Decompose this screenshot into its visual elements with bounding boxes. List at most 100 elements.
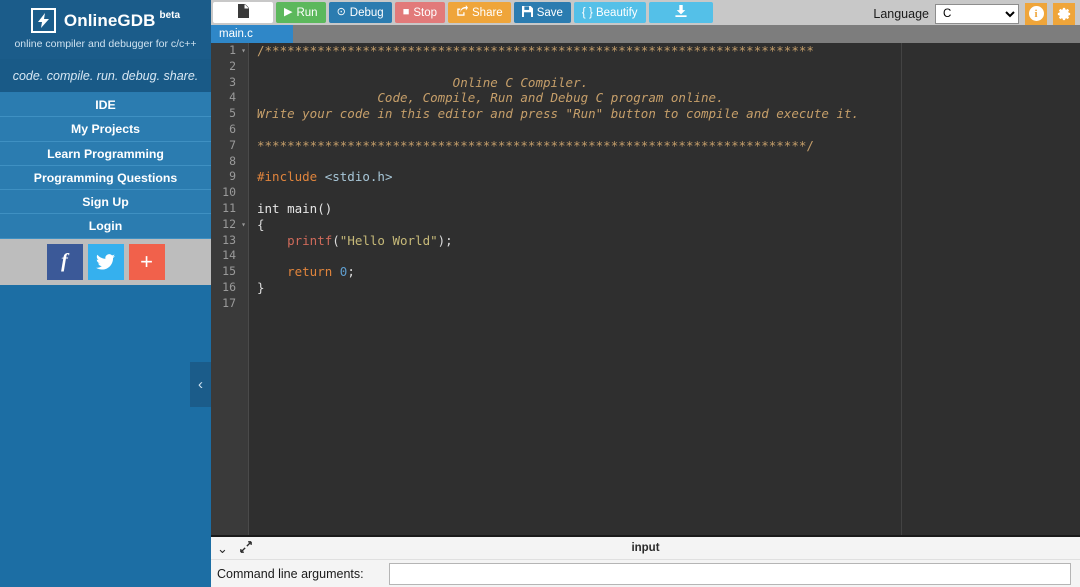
sidebar-item-learn-programming[interactable]: Learn Programming (0, 141, 211, 166)
sidebar-tagline: code. compile. run. debug. share. (0, 59, 211, 93)
code-line: printf("Hello World"); (257, 233, 1080, 249)
info-glyph: i (1028, 6, 1044, 21)
line-number: 17 (222, 295, 236, 310)
download-icon (674, 5, 687, 20)
line-number: 2 (229, 58, 236, 73)
code-line: /***************************************… (257, 43, 1080, 59)
language-select[interactable]: C (935, 3, 1019, 24)
code-line: Write your code in this editor and press… (257, 106, 1080, 122)
info-icon[interactable]: i (1025, 2, 1047, 25)
code-token: return (257, 264, 340, 280)
beautify-button-label: { } Beautify (581, 6, 638, 19)
command-line-arguments-label: Command line arguments: (217, 566, 364, 581)
sidebar-collapse-toggle[interactable]: ‹ (190, 362, 211, 407)
code-line: { (257, 217, 1080, 233)
code-token: Code, Compile, Run and Debug C program o… (257, 90, 724, 106)
facebook-icon[interactable]: f (46, 243, 83, 280)
new-file-button[interactable] (213, 2, 273, 23)
line-number: 7 (229, 137, 236, 152)
play-icon: ▶ (284, 6, 293, 18)
code-token: "Hello World" (339, 232, 438, 248)
gear-icon[interactable] (1053, 2, 1075, 25)
plus-icon[interactable]: + (128, 243, 165, 280)
code-token: int main() (257, 200, 333, 216)
code-line: Code, Compile, Run and Debug C program o… (257, 90, 1080, 106)
expand-icon[interactable] (234, 541, 258, 555)
brand-name: OnlineGDB (63, 10, 156, 30)
code-token: /***************************************… (257, 43, 814, 58)
brand-block: OnlineGDB beta online compiler and debug… (0, 0, 211, 59)
brand-beta-badge: beta (159, 10, 181, 21)
line-number: 11 (222, 200, 236, 215)
stop-button[interactable]: ■ Stop (394, 2, 446, 23)
social-share-row: f + (0, 238, 211, 285)
tab-main-c[interactable]: main.c (211, 25, 293, 43)
sidebar-item-programming-questions[interactable]: Programming Questions (0, 165, 211, 191)
code-token: Online C Compiler. (257, 74, 589, 90)
code-line: } (257, 280, 1080, 296)
code-token: Write your code in this editor and press… (257, 106, 860, 122)
share-button-label: Share (472, 6, 503, 19)
sidebar-item-my-projects[interactable]: My Projects (0, 117, 211, 142)
sidebar-item-login[interactable]: Login (0, 214, 211, 239)
save-button-label: Save (536, 6, 563, 19)
run-button-label: Run (296, 6, 318, 19)
code-token: ****************************************… (257, 137, 814, 153)
share-icon (456, 5, 469, 20)
beautify-button[interactable]: { } Beautify (573, 2, 646, 23)
fold-toggle-icon[interactable]: ▾ (241, 217, 246, 233)
code-token: <stdio.h> (324, 169, 393, 185)
run-button[interactable]: ▶ Run (276, 2, 326, 23)
stop-icon: ■ (402, 6, 410, 18)
twitter-icon[interactable] (87, 243, 124, 280)
code-editor[interactable]: 1 ▾ 2 3 4 5 6 7 8 9 10 11 12 ▾ 13 14 15 16 17 /***********… (211, 43, 1080, 535)
download-button[interactable] (648, 2, 713, 23)
file-icon (237, 4, 249, 21)
line-number: 9 (229, 169, 236, 184)
code-token: printf (257, 232, 333, 248)
line-number: 15 (222, 264, 236, 279)
io-panel: ⌄ input Command line arguments: (211, 535, 1080, 587)
fold-toggle-icon[interactable]: ▾ (241, 43, 246, 59)
share-button[interactable]: Share (448, 2, 511, 23)
command-line-arguments-input[interactable] (389, 562, 1071, 585)
line-number: 16 (222, 279, 236, 294)
print-margin-line (901, 43, 902, 535)
code-token: } (257, 279, 265, 295)
sidebar-item-sign-up[interactable]: Sign Up (0, 190, 211, 215)
code-token: { (257, 216, 265, 232)
line-number: 1 ▾ (229, 43, 246, 59)
chevron-left-icon: ‹ (198, 376, 203, 393)
code-line: Online C Compiler. (257, 75, 1080, 91)
code-token: ); (437, 232, 453, 248)
io-panel-body: Command line arguments: (211, 560, 1080, 587)
line-number: 8 (229, 153, 236, 168)
language-selector-group: Language C i (873, 2, 1078, 25)
line-number: 6 (229, 121, 236, 136)
chevron-down-icon[interactable]: ⌄ (211, 542, 234, 555)
sidebar-item-ide[interactable]: IDE (0, 93, 211, 118)
line-number: 3 (229, 74, 236, 89)
io-panel-header: ⌄ input (211, 537, 1080, 560)
line-number-gutter: 1 ▾ 2 3 4 5 6 7 8 9 10 11 12 ▾ 13 14 15 16 17 (211, 43, 249, 535)
line-number: 10 (222, 185, 236, 200)
debug-button[interactable]: ⊙ Debug (328, 2, 392, 23)
main-area: ▶ Run ⊙ Debug ■ Stop Share Save {} Beau… (211, 0, 1080, 587)
brand-row: OnlineGDB beta (0, 8, 211, 33)
line-number: 14 (222, 248, 236, 263)
brand-subtitle: online compiler and debugger for c/c++ (14, 38, 197, 50)
line-number: 5 (229, 106, 236, 121)
floppy-disk-icon (521, 5, 533, 20)
code-line: return 0; (257, 264, 1080, 280)
code-content[interactable]: /***************************************… (250, 43, 1080, 535)
code-token: ( (332, 232, 340, 248)
code-token: #include (257, 169, 325, 185)
save-button[interactable]: Save (513, 2, 571, 23)
